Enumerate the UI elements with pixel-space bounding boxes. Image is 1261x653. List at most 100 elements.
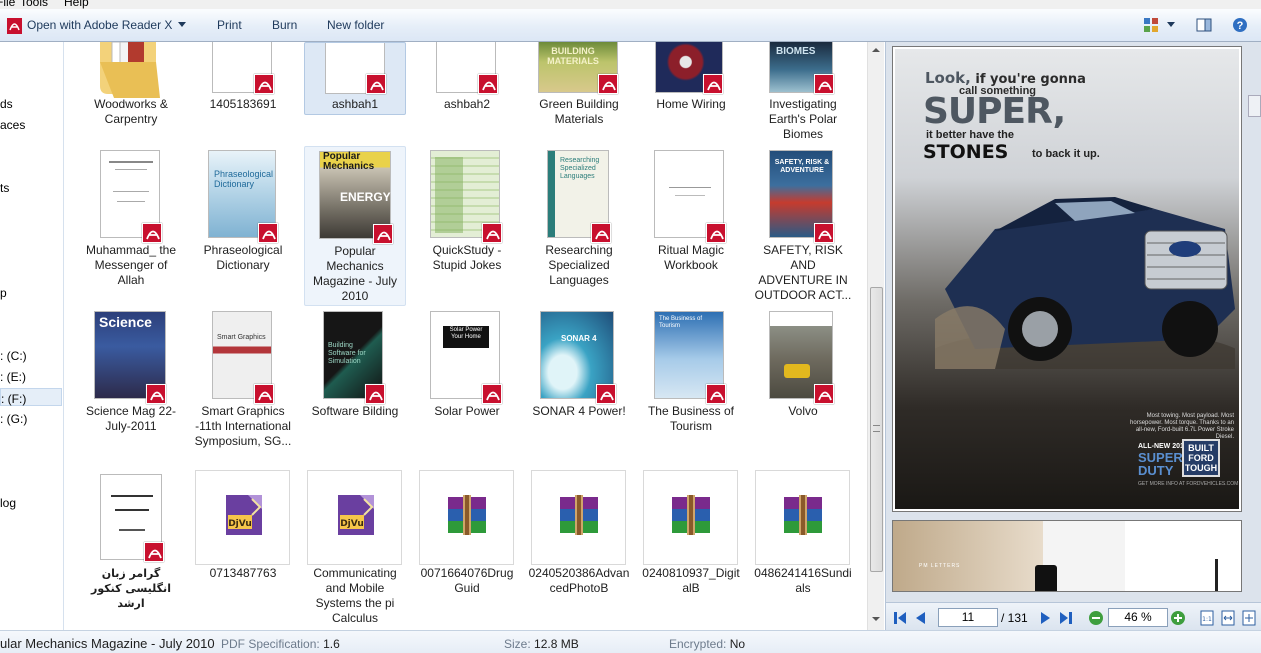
menu-tools[interactable]: Tools: [20, 0, 48, 9]
pdf-spec: PDF Specification: 1.6: [221, 637, 340, 651]
page2-header: PM LETTERS: [919, 563, 961, 569]
list-item[interactable]: Researching Specialized Languages Resear…: [528, 148, 630, 288]
nav-item-drive-c[interactable]: : (C:): [0, 349, 27, 363]
menu-help[interactable]: Help: [64, 0, 89, 9]
chevron-down-icon[interactable]: [178, 22, 186, 27]
list-item[interactable]: ashbah2: [416, 42, 518, 132]
nav-item-computer[interactable]: p: [0, 286, 7, 300]
list-item[interactable]: DjVu Communicating and Mobile Systems th…: [304, 470, 406, 630]
list-item[interactable]: DjVu 0713487763: [192, 470, 294, 600]
file-name: SAFETY, RISK AND ADVENTURE IN OUTDOOR AC…: [754, 243, 852, 302]
pdf-icon: [598, 74, 618, 94]
svg-text:DjVu: DjVu: [340, 519, 364, 529]
encrypted-status: Encrypted: No: [669, 637, 746, 651]
list-item[interactable]: The Business of Tourism The Business of …: [640, 309, 742, 439]
next-page-icon[interactable]: [1038, 610, 1054, 626]
list-item[interactable]: SAFETY, RISK & ADVENTURE SAFETY, RISK AN…: [752, 148, 854, 308]
zoom-in-icon[interactable]: [1170, 610, 1186, 626]
page-number-input[interactable]: 11: [938, 608, 998, 627]
list-item[interactable]: Woodworks & Carpentry: [80, 42, 182, 132]
pdf-icon: [254, 384, 274, 404]
list-item[interactable]: 0486241416Sundials: [752, 470, 854, 600]
list-item[interactable]: Volvo: [752, 309, 854, 439]
list-item[interactable]: Ritual Magic Workbook: [640, 148, 742, 288]
pdf-icon: [596, 384, 616, 404]
file-name: گرامر زبان انگلیسی کنکور ارشد: [91, 567, 171, 610]
preview-page[interactable]: Look, if you're gonna call something SUP…: [892, 46, 1242, 512]
list-item[interactable]: 1405183691: [192, 42, 294, 132]
zoom-level-input[interactable]: 46 %: [1108, 608, 1168, 627]
pdf-icon: [146, 384, 166, 404]
list-item[interactable]: Phraseological Dictionary Phraseological…: [192, 148, 294, 288]
list-item[interactable]: Muhammad_ the Messenger of Allah: [80, 148, 182, 288]
file-name: Researching Specialized Languages: [545, 243, 613, 287]
first-page-icon[interactable]: [892, 610, 908, 626]
file-name: QuickStudy - Stupid Jokes: [432, 243, 502, 272]
list-item[interactable]: Home Wiring: [640, 42, 742, 132]
djvu-icon: DjVu: [226, 495, 262, 535]
nav-item-places[interactable]: aces: [0, 118, 25, 132]
file-title: ular Mechanics Magazine - July 2010: [0, 636, 215, 651]
pdf-icon: [703, 74, 723, 94]
list-item[interactable]: ashbah1: [304, 42, 406, 115]
list-item[interactable]: گرامر زبان انگلیسی کنکور ارشد: [80, 470, 182, 610]
preview-scrollbar-thumb[interactable]: [1248, 95, 1261, 117]
svg-text:?: ?: [1237, 20, 1244, 32]
pdf-icon: [373, 224, 393, 244]
list-item[interactable]: 0071664076Drug Guid: [416, 470, 518, 600]
ad-better: it better have the: [926, 129, 1015, 141]
scroll-down-arrow-icon[interactable]: [872, 617, 880, 621]
file-name: 0071664076Drug Guid: [420, 566, 514, 595]
preview-next-page[interactable]: PM LETTERS: [892, 520, 1242, 592]
help-icon[interactable]: ?: [1232, 17, 1248, 33]
pdf-icon: [591, 223, 611, 243]
pdf-icon: [144, 542, 164, 562]
list-item[interactable]: SONAR 4 SONAR 4 Power!: [528, 309, 630, 439]
list-item[interactable]: 0240810937_DigitalB: [640, 470, 742, 600]
list-item[interactable]: BUILDING MATERIALS Green Building Materi…: [528, 42, 630, 132]
fit-page-icon[interactable]: [1241, 610, 1257, 626]
truck-image: [935, 197, 1235, 369]
list-item[interactable]: Science Science Mag 22-July-2011: [80, 309, 182, 439]
preview-pane-icon[interactable]: [1196, 17, 1212, 33]
file-name: Phraseological Dictionary: [203, 243, 283, 272]
nav-item-drive-e[interactable]: : (E:): [0, 370, 26, 384]
pdf-icon: [482, 384, 502, 404]
list-item[interactable]: QuickStudy - Stupid Jokes: [416, 148, 518, 288]
fit-width-icon[interactable]: [1220, 610, 1236, 626]
list-item[interactable]: Building Software for Simulation Softwar…: [304, 309, 406, 439]
nav-item-libraries[interactable]: ds: [0, 97, 13, 111]
list-item[interactable]: BIOMES Investigating Earth's Polar Biome…: [752, 42, 854, 147]
print-button[interactable]: Print: [217, 18, 242, 32]
pdf-icon: [478, 74, 498, 94]
file-name: Communicating and Mobile Systems the pi …: [313, 566, 397, 625]
list-item[interactable]: Popular Mechanics ENERGY Popular Mechani…: [304, 146, 406, 306]
file-icon-frame: [531, 470, 626, 565]
menu-bar: File Tools Help: [0, 0, 1261, 9]
new-folder-button[interactable]: New folder: [327, 18, 384, 32]
view-chevron-down-icon[interactable]: [1167, 22, 1175, 27]
nav-item-drive-g[interactable]: : (G:): [0, 412, 27, 426]
winrar-archive-icon: [560, 495, 598, 535]
ad-all-new: ALL-NEW 2011: [1138, 443, 1188, 450]
scroll-up-arrow-icon[interactable]: [872, 48, 880, 52]
nav-item-documents[interactable]: ts: [0, 181, 9, 195]
zoom-out-icon[interactable]: [1088, 610, 1104, 626]
list-item[interactable]: Smart Graphics Smart Graphics -11th Inte…: [192, 309, 294, 469]
ad-super-duty: SUPER DUTY: [1138, 450, 1183, 478]
last-page-icon[interactable]: [1058, 610, 1074, 626]
file-name: Solar Power: [434, 404, 500, 418]
content-scrollbar[interactable]: [867, 42, 884, 630]
file-name: The Business of Tourism: [647, 404, 735, 433]
previous-page-icon[interactable]: [912, 610, 928, 626]
list-item[interactable]: Solar Power Your Home Solar Power: [416, 309, 518, 439]
menu-file[interactable]: File: [0, 0, 15, 9]
actual-size-icon[interactable]: 1:1: [1199, 610, 1215, 626]
ford-advertisement: Look, if you're gonna call something SUP…: [895, 49, 1239, 509]
open-with-button[interactable]: Open with Adobe Reader X: [27, 18, 172, 32]
nav-item-drive-f[interactable]: : (F:): [0, 388, 62, 406]
nav-item-catalog[interactable]: log: [0, 496, 16, 510]
list-item[interactable]: 0240520386AdvancedPhotoB: [528, 470, 630, 600]
burn-button[interactable]: Burn: [272, 18, 297, 32]
change-view-icon[interactable]: [1143, 17, 1159, 33]
